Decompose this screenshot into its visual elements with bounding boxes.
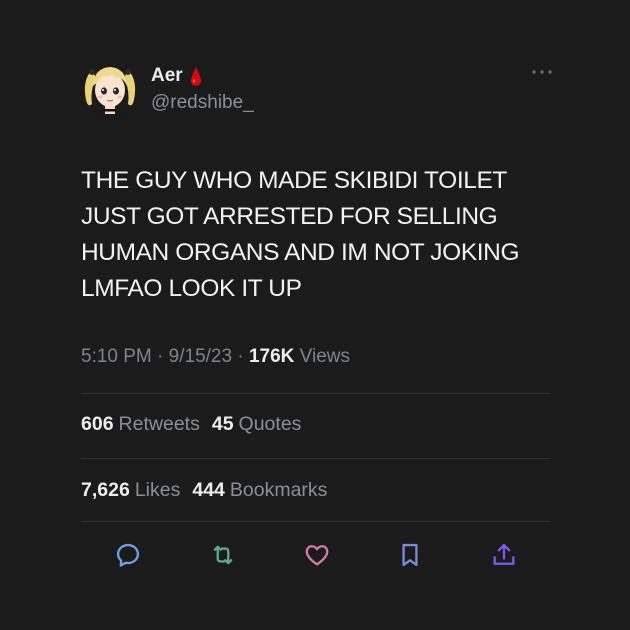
tweet-text: THE GUY WHO MADE SKIBIDI TOILET JUST GOT… xyxy=(81,167,520,302)
retweets-stat[interactable]: 606 Retweets xyxy=(81,413,200,436)
tweet-date[interactable]: 9/15/23 xyxy=(169,346,232,367)
likes-label: Likes xyxy=(134,479,181,501)
quotes-label: Quotes xyxy=(238,413,302,435)
author-handle[interactable]: @redshibe_ xyxy=(151,92,254,114)
reply-icon xyxy=(116,543,140,567)
retweets-label: Retweets xyxy=(118,413,200,435)
tweet-card: Aer @redshibe_ THE GUY WHO MADE SKIBIDI … xyxy=(0,0,630,630)
quotes-stat[interactable]: 45 Quotes xyxy=(212,413,302,436)
meta-separator: · xyxy=(237,346,244,367)
retweet-icon xyxy=(213,545,233,565)
bookmarks-label: Bookmarks xyxy=(229,479,328,501)
divider xyxy=(81,458,550,459)
bookmark-button[interactable] xyxy=(395,538,425,572)
author-display-name[interactable]: Aer xyxy=(151,65,183,87)
tweet-meta: 5:10 PM · 9/15/23 · 176K Views xyxy=(81,346,350,368)
avatar-image xyxy=(84,67,136,122)
views-count: 176K xyxy=(248,346,295,367)
more-horizontal-icon[interactable] xyxy=(530,64,554,80)
retweet-button[interactable] xyxy=(208,538,238,572)
stats-row-likes: 7,626 Likes 444 Bookmarks xyxy=(81,479,327,502)
reply-button[interactable] xyxy=(113,538,143,572)
share-button[interactable] xyxy=(489,538,519,572)
like-button[interactable] xyxy=(302,538,332,572)
views-label: Views xyxy=(299,346,350,367)
meta-separator: · xyxy=(157,346,164,367)
action-bar xyxy=(0,538,630,574)
share-icon xyxy=(493,543,515,565)
retweets-count: 606 xyxy=(81,413,114,435)
tweet-time[interactable]: 5:10 PM xyxy=(81,346,152,367)
divider xyxy=(81,393,550,394)
bookmarks-stat[interactable]: 444 Bookmarks xyxy=(192,479,327,502)
bookmark-icon xyxy=(402,543,418,567)
avatar[interactable] xyxy=(80,60,140,122)
author-name-row[interactable]: Aer xyxy=(151,64,203,88)
quotes-count: 45 xyxy=(211,413,234,435)
stats-row-reposts: 606 Retweets 45 Quotes xyxy=(81,413,301,436)
likes-stat[interactable]: 7,626 Likes xyxy=(81,479,180,502)
likes-count: 7,626 xyxy=(81,479,130,501)
blood-drop-icon xyxy=(189,66,203,88)
heart-icon xyxy=(305,545,329,566)
bookmarks-count: 444 xyxy=(192,479,225,501)
divider xyxy=(81,521,550,522)
